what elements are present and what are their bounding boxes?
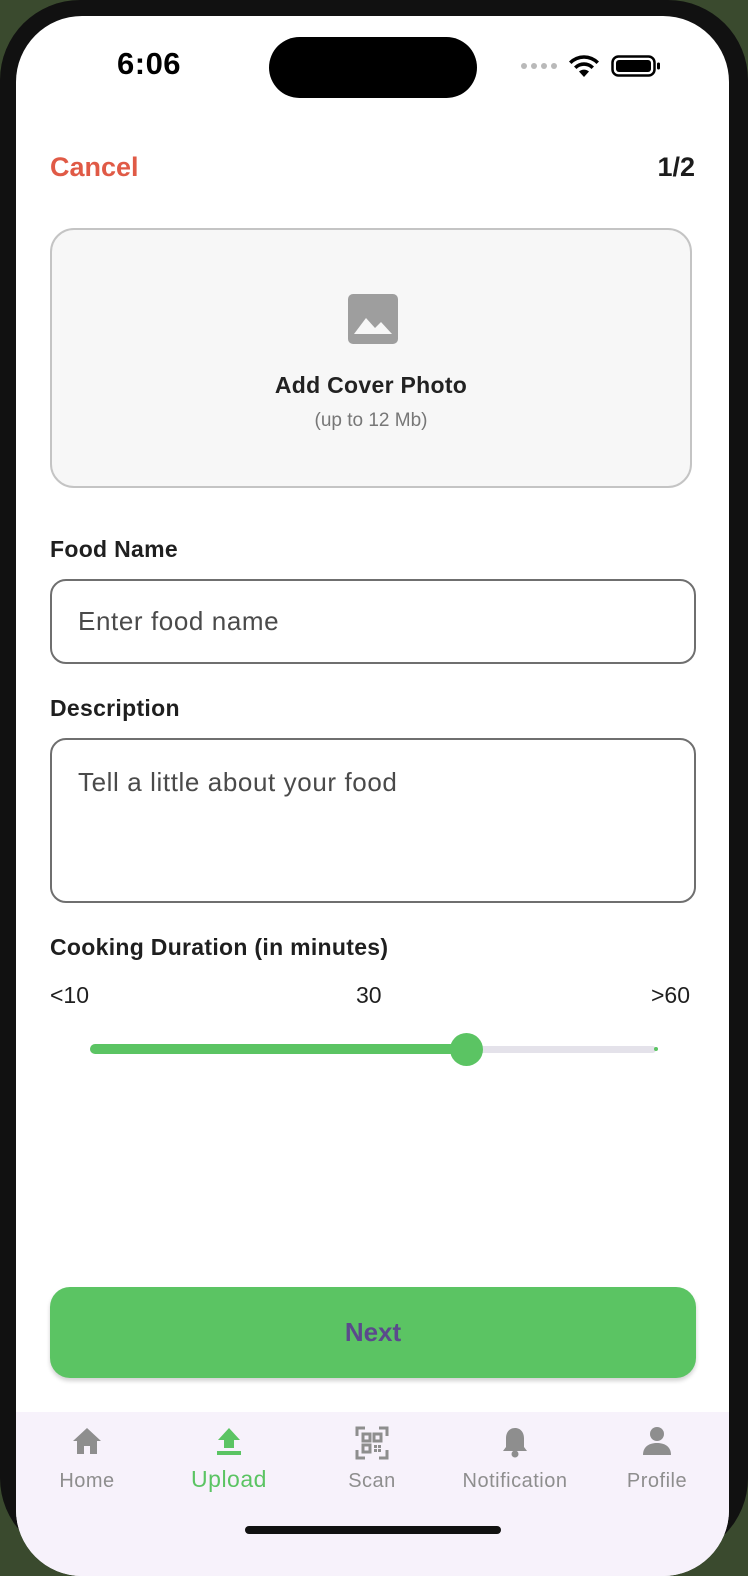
phone-screen: 6:06 Cancel 1/2 Add Cover Photo (up to 1… [16, 16, 729, 1576]
status-icons [521, 51, 661, 81]
image-icon [348, 294, 398, 349]
add-cover-photo-area[interactable]: Add Cover Photo (up to 12 Mb) [50, 228, 692, 488]
bell-icon [503, 1428, 527, 1458]
nav-item-home[interactable]: Home [16, 1412, 158, 1512]
cancel-button[interactable]: Cancel [50, 152, 139, 183]
slider-active-track [90, 1044, 466, 1054]
next-button[interactable]: Next [50, 1287, 696, 1378]
qr-scan-icon [355, 1426, 389, 1460]
battery-icon [611, 55, 660, 77]
duration-tick-mid: 30 [356, 982, 382, 1008]
nav-label-upload: Upload [191, 1466, 267, 1492]
description-label: Description [50, 695, 180, 721]
nav-item-profile[interactable]: Profile [586, 1412, 728, 1512]
food-name-input[interactable] [50, 579, 696, 664]
wifi-icon [569, 55, 599, 77]
home-indicator [245, 1526, 501, 1534]
nav-label-notification: Notification [462, 1470, 568, 1492]
status-time: 6:06 [117, 46, 182, 81]
step-indicator: 1/2 [657, 152, 695, 182]
slider-end-marker [654, 1047, 658, 1051]
duration-tick-min: <10 [50, 982, 90, 1008]
cooking-duration-slider[interactable] [90, 1032, 658, 1068]
cover-photo-size-limit: (up to 12 Mb) [314, 410, 428, 431]
slider-thumb[interactable] [450, 1033, 483, 1066]
cellular-signal-icon [521, 63, 557, 69]
food-name-label: Food Name [50, 536, 178, 562]
home-icon [73, 1428, 101, 1454]
nav-item-notification[interactable]: Notification [444, 1412, 586, 1512]
upload-icon [217, 1428, 241, 1455]
nav-label-scan: Scan [348, 1470, 396, 1492]
person-icon [643, 1427, 671, 1455]
cooking-duration-label: Cooking Duration (in minutes) [50, 934, 389, 960]
dynamic-island [269, 37, 477, 98]
nav-item-scan[interactable]: Scan [301, 1412, 443, 1512]
nav-label-home: Home [59, 1470, 115, 1492]
bottom-navigation-bar: Home Upload Scan Notification Profile [16, 1412, 729, 1576]
cover-photo-title: Add Cover Photo [274, 372, 468, 398]
nav-label-profile: Profile [626, 1470, 688, 1492]
duration-tick-max: >60 [651, 982, 691, 1008]
description-input[interactable] [50, 738, 696, 903]
nav-item-upload[interactable]: Upload [158, 1412, 300, 1512]
